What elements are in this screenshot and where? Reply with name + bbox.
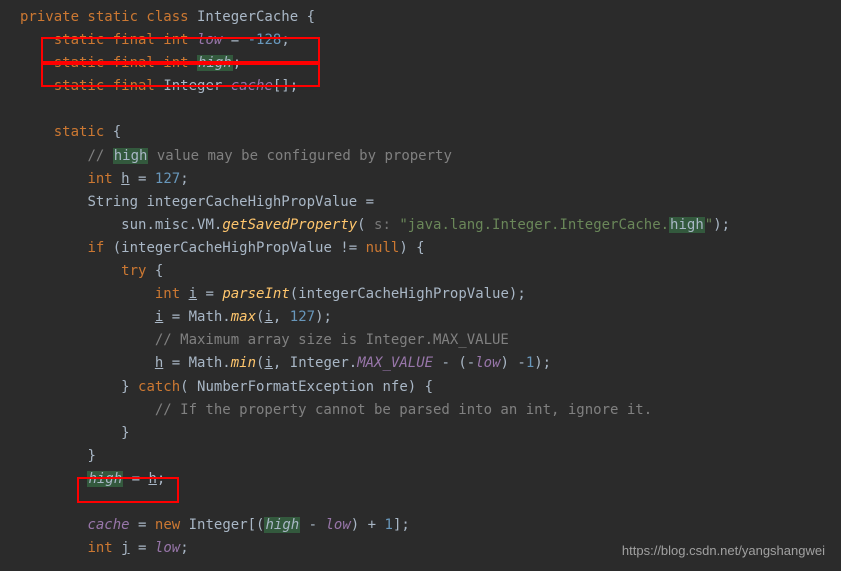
code-line: cache = new Integer[(high - low) + 1]; <box>20 517 410 533</box>
code-line: h = Math.min(i, Integer.MAX_VALUE - (-lo… <box>20 355 551 371</box>
code-line: static final Integer cache[]; <box>20 78 298 94</box>
code-line: if (integerCacheHighPropValue != null) { <box>20 240 425 256</box>
code-line: private static class IntegerCache { <box>20 9 315 25</box>
code-line: String integerCacheHighPropValue = <box>20 194 374 210</box>
code-line: } <box>20 448 96 464</box>
code-line: // high value may be configured by prope… <box>20 148 452 164</box>
code-line: static { <box>20 124 121 140</box>
code-line: i = Math.max(i, 127); <box>20 309 332 325</box>
code-line: int j = low; <box>20 540 189 556</box>
code-line: try { <box>20 263 163 279</box>
code-block: private static class IntegerCache { stat… <box>0 6 841 560</box>
code-line: high = h; <box>20 471 165 487</box>
code-line: // Maximum array size is Integer.MAX_VAL… <box>20 332 509 348</box>
code-line: // If the property cannot be parsed into… <box>20 402 652 418</box>
code-line: int i = parseInt(integerCacheHighPropVal… <box>20 286 526 302</box>
code-line: int h = 127; <box>20 171 189 187</box>
code-line: static final int high; <box>20 55 241 71</box>
watermark-text: https://blog.csdn.net/yangshangwei <box>622 540 825 561</box>
code-line: } catch( NumberFormatException nfe) { <box>20 379 433 395</box>
code-line: sun.misc.VM.getSavedProperty( s: "java.l… <box>20 217 730 233</box>
code-line: } <box>20 425 130 441</box>
code-line: static final int low = -128; <box>20 32 290 48</box>
